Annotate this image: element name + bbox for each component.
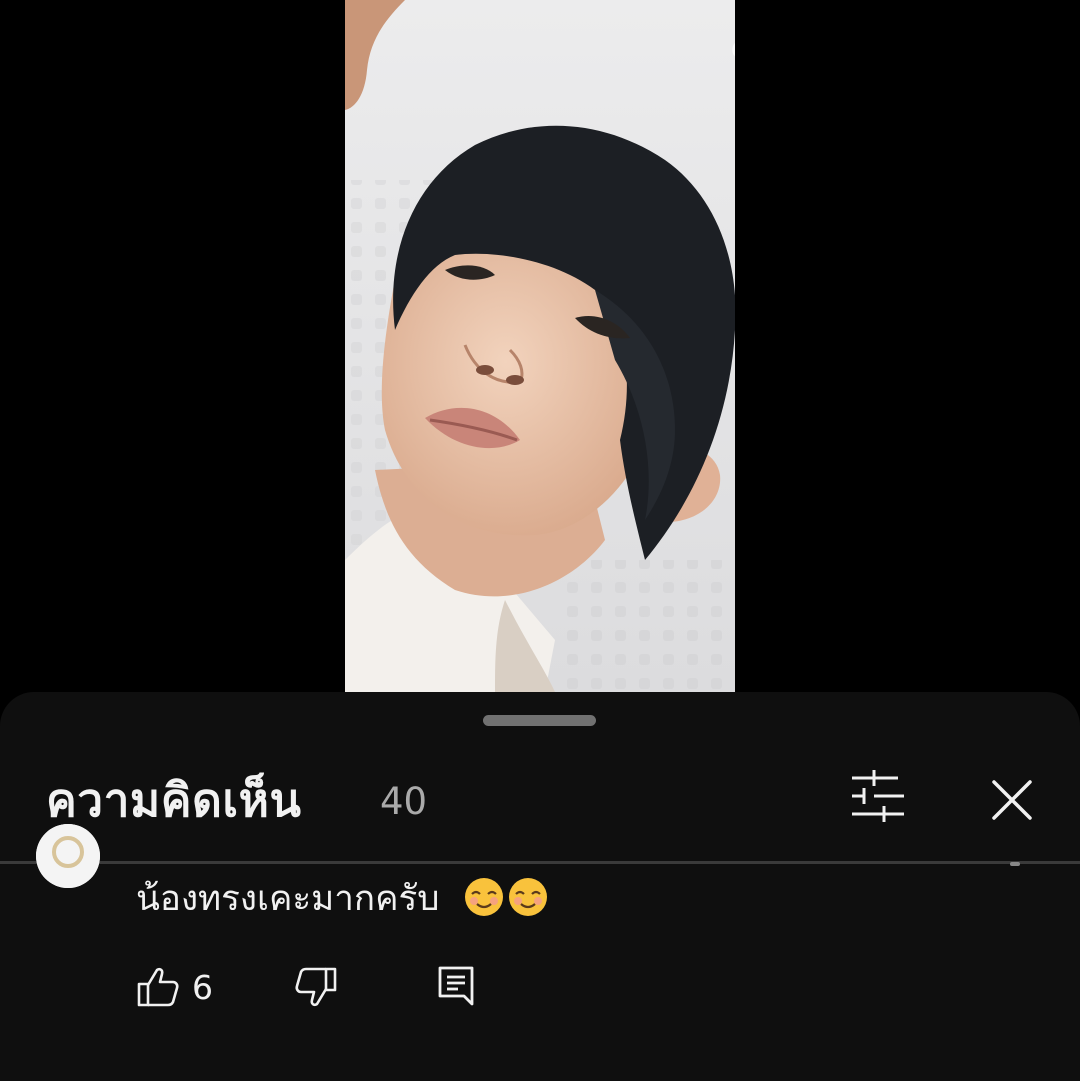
reply-button[interactable] [436,964,476,1010]
filter-sliders-icon [852,770,904,822]
comments-count: 40 [380,780,428,823]
comments-header: ความคิดเห็น 40 [0,752,1080,862]
filter-button[interactable] [846,766,910,830]
comment-body: น้องทรงเคะมากครับ [136,879,440,919]
smiling-face-emoji [508,878,547,916]
like-count: 6 [192,968,213,1007]
drag-handle[interactable] [483,715,596,726]
close-icon [992,780,1032,820]
candy-watermark-logo: candy [729,30,735,76]
comment-text: น้องทรงเคะมากครับ [136,874,549,924]
video-player[interactable]: candy [0,0,1080,692]
comments-panel: ความคิดเห็น 40 น้องทรงเคะมากครับ 6 [0,692,1080,1081]
comment-menu-button[interactable] [1010,862,1020,866]
reply-comment-icon [438,966,474,1006]
video-frame[interactable]: candy [345,0,735,692]
close-button[interactable] [982,770,1042,830]
video-still-image [345,0,735,692]
thumbs-up-icon [137,967,179,1007]
comments-title: ความคิดเห็น [46,773,302,827]
svg-text:candy: candy [729,30,735,76]
dislike-button[interactable] [294,964,338,1010]
like-button[interactable] [136,964,180,1010]
thumbs-down-icon [295,967,337,1007]
comment-item: น้องทรงเคะมากครับ 6 [0,824,1080,1081]
avatar-image [36,824,100,888]
smiling-face-emoji [464,878,503,916]
avatar[interactable] [36,824,100,888]
